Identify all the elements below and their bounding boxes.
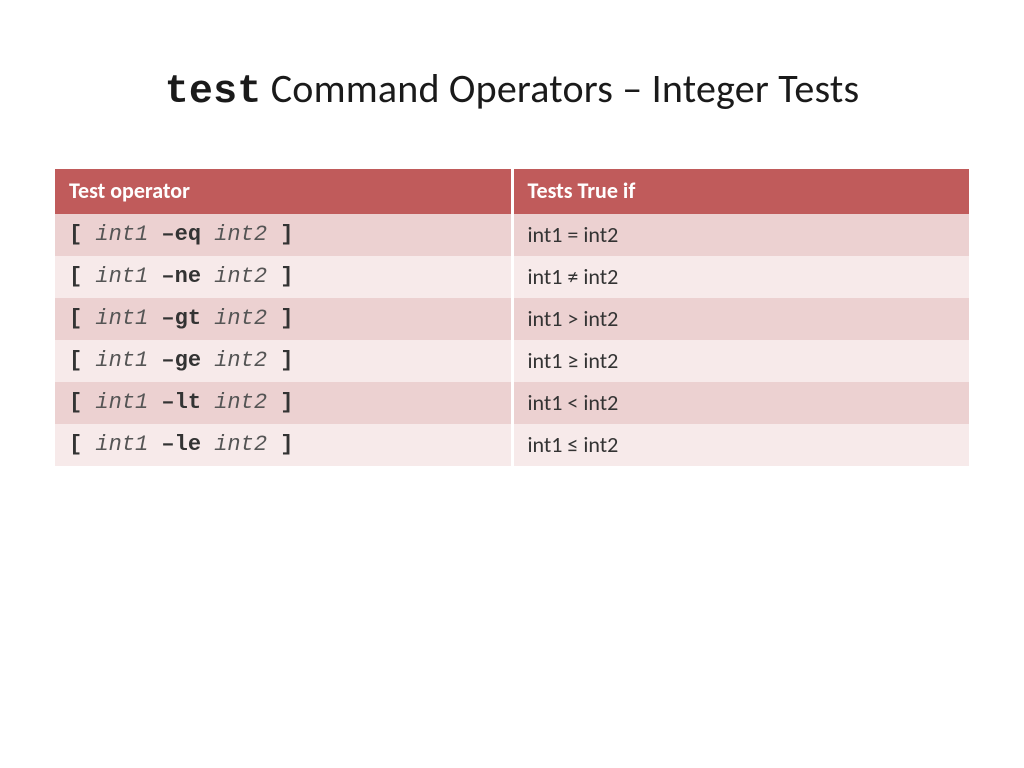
col-header-desc: Tests True if (514, 169, 970, 214)
cell-operator: [ int1 –ne int2 ] (55, 256, 511, 298)
slide: test Command Operators – Integer Tests T… (0, 0, 1024, 768)
operators-table: Test operator Tests True if [ int1 –eq i… (52, 169, 972, 466)
cell-operator: [ int1 –eq int2 ] (55, 214, 511, 256)
table-row: [ int1 –ne int2 ] int1 ≠ int2 (55, 256, 969, 298)
cell-desc: int1 > int2 (514, 298, 970, 340)
cell-desc: int1 ≥ int2 (514, 340, 970, 382)
cell-desc: int1 ≤ int2 (514, 424, 970, 466)
cell-desc: int1 ≠ int2 (514, 256, 970, 298)
table-row: [ int1 –le int2 ] int1 ≤ int2 (55, 424, 969, 466)
cell-desc: int1 < int2 (514, 382, 970, 424)
table-header-row: Test operator Tests True if (55, 169, 969, 214)
cell-operator: [ int1 –le int2 ] (55, 424, 511, 466)
col-header-operator: Test operator (55, 169, 511, 214)
table-row: [ int1 –lt int2 ] int1 < int2 (55, 382, 969, 424)
cell-operator: [ int1 –gt int2 ] (55, 298, 511, 340)
page-title: test Command Operators – Integer Tests (52, 64, 972, 115)
table-row: [ int1 –eq int2 ] int1 = int2 (55, 214, 969, 256)
table-row: [ int1 –gt int2 ] int1 > int2 (55, 298, 969, 340)
cell-operator: [ int1 –lt int2 ] (55, 382, 511, 424)
cell-operator: [ int1 –ge int2 ] (55, 340, 511, 382)
title-mono: test (165, 70, 262, 115)
cell-desc: int1 = int2 (514, 214, 970, 256)
table-row: [ int1 –ge int2 ] int1 ≥ int2 (55, 340, 969, 382)
title-rest: Command Operators – Integer Tests (262, 64, 860, 113)
